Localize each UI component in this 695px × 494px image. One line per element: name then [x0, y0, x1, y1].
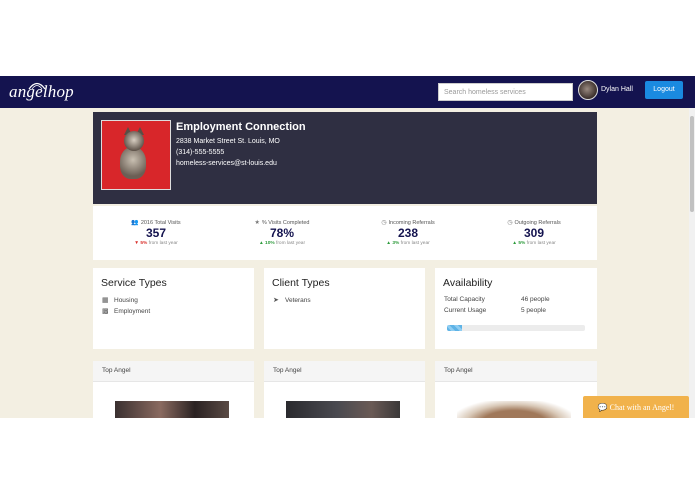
avatar[interactable] [578, 80, 598, 100]
up-arrow-icon: ▲ [386, 241, 392, 246]
top-angel-card[interactable]: Top Angel [93, 361, 254, 418]
stat-total-visits: 👥 2016 Total Visits 357 ▼ 5% from last ye… [93, 206, 219, 260]
search-input[interactable]: Search homeless services [438, 83, 573, 101]
usage-progress-fill [447, 325, 463, 331]
up-arrow-icon: ▲ [258, 241, 264, 246]
clock-icon: ◷ [507, 220, 513, 226]
app-viewport: angelhop Search homeless services Dylan … [0, 76, 695, 418]
stat-change: 10% [265, 241, 275, 246]
usage-value: 5 people [521, 307, 546, 314]
profile-phone: (314)-555-5555 [176, 149, 225, 156]
capacity-value: 46 people [521, 296, 550, 303]
stat-change: 3% [392, 241, 400, 246]
profile-name: Employment Connection [176, 121, 306, 133]
building-icon: ▦ [102, 297, 109, 304]
stat-value: 309 [523, 226, 545, 240]
stat-outgoing-referrals: ◷ Outgoing Referrals 309 ▲ 5% from last y… [471, 206, 597, 260]
list-item: ▦ Housing [102, 296, 138, 304]
navbar: angelhop Search homeless services Dylan … [0, 76, 695, 108]
angel-photo [286, 401, 400, 418]
clock-icon: ◷ [381, 220, 387, 226]
availability-card: Availability Total Capacity 46 people Cu… [435, 268, 597, 349]
top-angel-header: Top Angel [435, 361, 597, 382]
down-arrow-icon: ▼ [134, 241, 140, 246]
scrollbar-thumb[interactable] [690, 116, 694, 212]
service-types-card: Service Types ▦ Housing ▩ Employment [93, 268, 254, 349]
top-angel-card[interactable]: Top Angel [435, 361, 597, 418]
plane-icon: ➤ [273, 297, 279, 304]
usage-progress-bar [447, 325, 585, 331]
stats-bar: 👥 2016 Total Visits 357 ▼ 5% from last ye… [93, 206, 597, 260]
stat-value: 78% [269, 226, 295, 240]
stat-change-suffix: from last year [400, 241, 430, 246]
card-title: Service Types [101, 277, 167, 289]
card-title: Client Types [272, 277, 330, 289]
list-item-label: Employment [114, 308, 151, 315]
stat-incoming-referrals: ◷ Incoming Referrals 238 ▲ 3% from last y… [345, 206, 471, 260]
star-icon: ★ [254, 220, 260, 226]
stat-value: 238 [397, 226, 419, 240]
chat-label: Chat with an Angel! [609, 403, 675, 412]
chat-icon: 💬 [597, 403, 608, 412]
stat-change: 5% [140, 241, 148, 246]
stat-change-suffix: from last year [275, 241, 306, 246]
logo[interactable]: angelhop [9, 82, 74, 102]
client-types-card: Client Types ➤ Veterans [264, 268, 425, 349]
stat-change: 5% [518, 241, 526, 246]
user-name[interactable]: Dylan Hall [601, 86, 633, 93]
stat-visits-completed: ★% Visits Completed 78% ▲ 10% from last … [219, 206, 345, 260]
users-icon: 👥 [131, 220, 139, 226]
usage-label: Current Usage [444, 307, 487, 314]
list-item-label: Housing [114, 297, 138, 304]
top-angel-header: Top Angel [264, 361, 425, 382]
up-arrow-icon: ▲ [512, 241, 518, 246]
profile-email: homeless-services@st-louis.edu [176, 160, 277, 167]
list-item: ➤ Veterans [273, 296, 311, 304]
profile-address: 2838 Market Street St. Louis, MO [176, 138, 280, 145]
list-item-label: Veterans [285, 297, 311, 304]
top-angel-header: Top Angel [93, 361, 254, 382]
profile-photo [101, 120, 171, 190]
angel-photo [457, 401, 571, 418]
stat-change-suffix: from last year [526, 241, 556, 246]
stat-change-suffix: from last year [148, 241, 178, 246]
stat-value: 357 [145, 226, 167, 240]
card-title: Availability [443, 277, 493, 289]
logout-button[interactable]: Logout [645, 81, 683, 99]
top-angel-card[interactable]: Top Angel [264, 361, 425, 418]
profile-header: Employment Connection 2838 Market Street… [93, 112, 597, 204]
capacity-label: Total Capacity [444, 296, 485, 303]
angel-photo [115, 401, 229, 418]
chat-button[interactable]: 💬 Chat with an Angel! [583, 396, 689, 418]
briefcase-icon: ▩ [102, 308, 109, 315]
scrollbar[interactable] [689, 108, 695, 418]
list-item: ▩ Employment [102, 307, 150, 315]
